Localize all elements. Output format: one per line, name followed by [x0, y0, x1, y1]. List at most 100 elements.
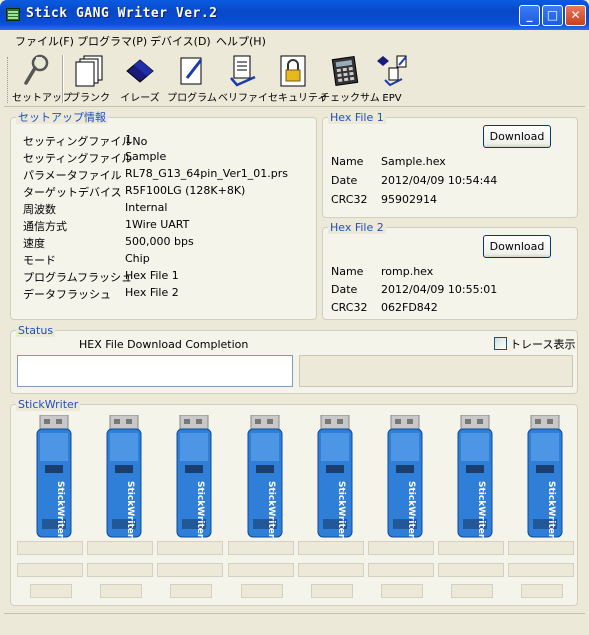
maximize-button[interactable]: □: [542, 5, 563, 26]
setup-info-value: Hex File 2: [125, 286, 179, 299]
title-bar[interactable]: Stick GANG Writer Ver.2 _ □ ✕: [0, 0, 589, 30]
stickwriter-status-slot: [17, 541, 83, 555]
epv-button[interactable]: EPV: [370, 53, 414, 105]
stickwriter-result-slot: [87, 563, 154, 577]
hex-file-1-date-row: Date 2012/04/09 10:54:44: [331, 174, 497, 187]
menu-device[interactable]: デバイス(D): [150, 33, 211, 49]
hex-file-2-date-label: Date: [331, 283, 358, 296]
setup-button[interactable]: セットアップ: [12, 53, 72, 105]
stickwriter-device[interactable]: StickWriter: [457, 414, 493, 543]
stickwriter-device[interactable]: StickWriter: [247, 414, 283, 543]
stickwriter-status-slot: [87, 541, 154, 555]
svg-text:StickWriter: StickWriter: [125, 481, 135, 539]
stickwriter-count-slot: [170, 584, 213, 598]
program-label: プログラム: [167, 93, 217, 104]
program-button[interactable]: プログラム: [166, 53, 218, 105]
status-bar: [4, 613, 585, 631]
hex-file-2-download-button[interactable]: Download: [483, 235, 551, 258]
close-button[interactable]: ✕: [565, 5, 586, 26]
hex-file-1-name-value: Sample.hex: [381, 155, 446, 168]
security-button[interactable]: セキュリティ: [268, 53, 328, 105]
stickwriter-count-slot: [30, 584, 72, 598]
stickwriter-device[interactable]: StickWriter: [387, 414, 423, 543]
stickwriter-result-slot: [368, 563, 434, 577]
hex-file-1-crc-row: CRC32 95902914: [331, 193, 437, 206]
checksum-label: チェックサム: [320, 93, 380, 104]
epv-label: EPV: [382, 93, 402, 104]
wrench-icon: [24, 54, 49, 85]
app-icon: [6, 8, 20, 21]
setup-info-value: Internal: [125, 201, 168, 214]
stickwriter-count-slot: [451, 584, 494, 598]
stickwriter-device[interactable]: StickWriter: [106, 414, 142, 543]
hex-file-1-title: Hex File 1: [328, 111, 386, 124]
checksum-button[interactable]: チェックサム: [320, 53, 380, 105]
menu-help[interactable]: ヘルプ(H): [216, 33, 266, 49]
epv-icon: [377, 55, 407, 87]
status-message: HEX File Download Completion: [79, 338, 249, 351]
stickwriter-device[interactable]: StickWriter: [36, 414, 72, 543]
menu-programmer[interactable]: プログラマ(P): [77, 33, 147, 49]
stickwriter-count-slot: [310, 584, 353, 598]
status-title: Status: [16, 324, 56, 337]
hex-file-2-name-label: Name: [331, 265, 364, 278]
setup-info-key: モード: [23, 254, 56, 267]
svg-text:StickWriter: StickWriter: [195, 481, 205, 539]
blank-button[interactable]: ブランク: [66, 53, 114, 105]
stickwriter-device[interactable]: StickWriter: [527, 414, 563, 543]
stickwriter-status-slot: [438, 541, 505, 555]
hex-file-2-crc-row: CRC32 062FD842: [331, 301, 438, 314]
stickwriter-result-slot: [297, 563, 364, 577]
setup-info-value: Sample: [125, 150, 167, 163]
stickwriter-status-slot: [157, 541, 224, 555]
stickwriter-status-slot: [508, 541, 575, 555]
hex-file-2-title: Hex File 2: [328, 221, 386, 234]
security-label: セキュリティ: [268, 93, 328, 104]
setup-info-key: 通信方式: [23, 220, 67, 233]
hex-file-2-group: Hex File 2 Download Name romp.hex Date 2…: [322, 221, 578, 320]
hex-file-2-crc-value: 062FD842: [381, 301, 438, 314]
setup-info-key: プログラムフラッシュ: [23, 271, 133, 284]
toolbar-grip[interactable]: [7, 57, 10, 103]
stickwriter-device[interactable]: StickWriter: [176, 414, 212, 543]
verify-button[interactable]: ベリファイ: [218, 53, 268, 105]
window-title: Stick GANG Writer Ver.2: [26, 6, 218, 21]
setup-info-key: ターゲットデバイス: [23, 186, 122, 199]
calculator-icon: [331, 56, 359, 86]
trace-checkbox[interactable]: [494, 337, 507, 350]
setup-info-value: Chip: [125, 252, 150, 265]
setup-info-key: 周波数: [23, 203, 56, 216]
verify-label: ベリファイ: [218, 93, 268, 104]
setup-info-value: 1: [125, 133, 132, 146]
svg-text:StickWriter: StickWriter: [336, 481, 346, 539]
status-output-box[interactable]: [17, 355, 293, 387]
stickwriter-count-slot: [100, 584, 143, 598]
stickwriter-group: StickWriter StickWriter StickWriter StickW…: [10, 398, 578, 606]
hex-file-2-date-row: Date 2012/04/09 10:55:01: [331, 283, 497, 296]
blank-page-icon: [75, 55, 103, 87]
hex-file-2-crc-label: CRC32: [331, 301, 368, 314]
minimize-button[interactable]: _: [519, 5, 540, 26]
stickwriter-title: StickWriter: [16, 398, 81, 411]
setup-info-key: セッティングファイル: [23, 152, 133, 165]
blank-label: ブランク: [70, 93, 110, 104]
stickwriter-result-slot: [157, 563, 224, 577]
menu-file[interactable]: ファイル(F): [15, 33, 74, 49]
setup-label: セットアップ: [12, 93, 72, 104]
hex-file-1-crc-value: 95902914: [381, 193, 437, 206]
erase-button[interactable]: イレーズ: [116, 53, 164, 105]
setup-info-value: 1Wire UART: [125, 218, 190, 231]
stickwriter-device[interactable]: StickWriter: [317, 414, 353, 543]
svg-text:StickWriter: StickWriter: [476, 481, 486, 539]
setup-info-key: パラメータファイル: [23, 169, 122, 182]
stickwriter-result-slot: [508, 563, 575, 577]
stickwriter-status-slot: [368, 541, 434, 555]
stickwriter-result-slot: [438, 563, 505, 577]
lock-icon: [280, 55, 306, 87]
hex-file-1-download-button[interactable]: Download: [483, 125, 551, 148]
stickwriter-status-slot: [227, 541, 294, 555]
eraser-icon: [126, 59, 154, 83]
setup-info-key: 速度: [23, 237, 45, 250]
setup-info-key: データフラッシュ: [23, 288, 111, 301]
stickwriter-count-slot: [521, 584, 564, 598]
